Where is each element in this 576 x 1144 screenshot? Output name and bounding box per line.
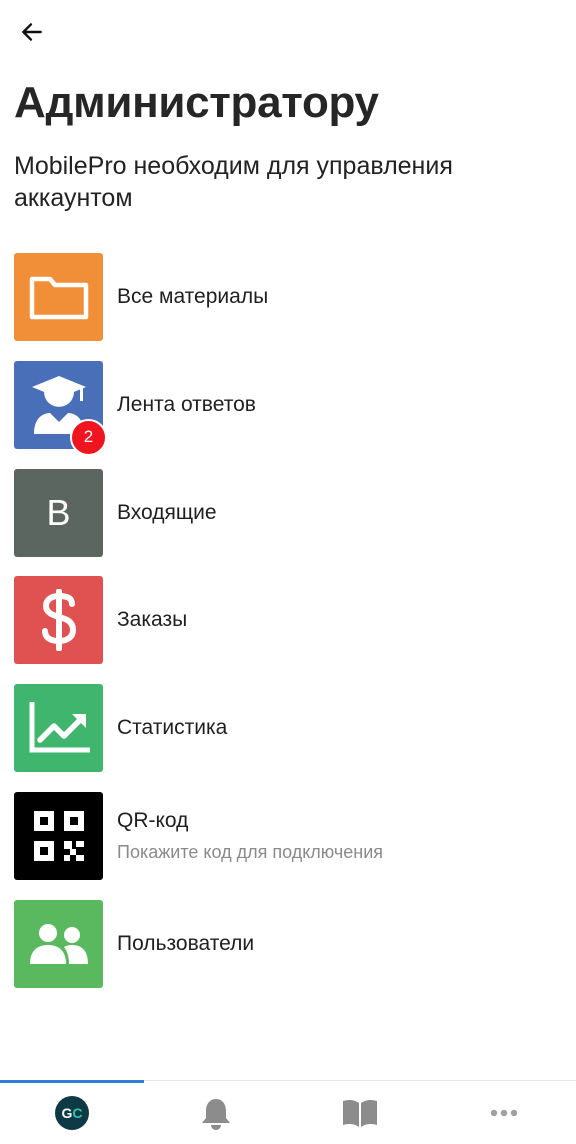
menu-item-label: Статистика xyxy=(117,716,228,740)
arrow-left-icon xyxy=(22,23,42,41)
tab-library[interactable] xyxy=(288,1081,432,1144)
chart-trend-tile xyxy=(14,684,103,773)
folder-tile xyxy=(14,253,103,341)
menu-item-statistics[interactable]: Статистика xyxy=(14,684,562,773)
tab-notifications[interactable] xyxy=(144,1081,288,1144)
menu-item-label: Все материалы xyxy=(117,285,269,308)
letter-b-tile: B xyxy=(14,468,103,557)
tab-more[interactable] xyxy=(432,1081,576,1144)
letter-b-icon: B xyxy=(46,491,71,533)
page-title: Администратору xyxy=(14,78,379,127)
menu-item-label: Пользователи xyxy=(117,931,255,955)
bottom-navigation: GC xyxy=(0,1080,576,1144)
tab-home[interactable]: GC xyxy=(0,1081,144,1144)
menu-item-users[interactable]: Пользователи xyxy=(14,899,562,988)
menu-item-label: Лента ответов xyxy=(117,392,256,416)
menu-item-qr-code[interactable]: QR-код Покажите код для подключения xyxy=(14,791,562,880)
chart-trend-icon xyxy=(29,702,90,753)
folder-icon xyxy=(29,276,88,320)
more-icon xyxy=(490,1109,518,1117)
back-button[interactable] xyxy=(12,12,52,52)
users-tile xyxy=(14,899,103,988)
menu-item-sublabel: Покажите код для подключения xyxy=(117,841,384,862)
gc-logo-icon: GC xyxy=(55,1096,89,1130)
menu-item-label: Заказы xyxy=(117,608,188,632)
bell-icon xyxy=(202,1099,230,1130)
menu-item-answers-feed[interactable]: 2 Лента ответов xyxy=(14,360,562,456)
active-tab-indicator xyxy=(0,1080,144,1083)
graduate-tile: 2 xyxy=(14,360,107,456)
users-icon xyxy=(29,923,88,964)
menu-item-all-materials[interactable]: Все материалы xyxy=(14,253,562,341)
notification-badge: 2 xyxy=(70,418,107,456)
qr-code-tile xyxy=(14,791,103,880)
dollar-tile xyxy=(14,576,103,665)
qr-code-icon xyxy=(33,810,84,861)
page-subtitle: MobilePro необходим для управления аккау… xyxy=(14,152,453,212)
menu-item-label: QR-код xyxy=(117,808,189,832)
menu-item-orders[interactable]: Заказы xyxy=(14,576,562,665)
book-icon xyxy=(343,1099,377,1127)
menu-list: Все материалы 2 Лента ответов B Входящие xyxy=(14,253,562,1008)
menu-item-label: Входящие xyxy=(117,500,217,524)
dollar-icon xyxy=(41,589,76,652)
menu-item-inbox[interactable]: B Входящие xyxy=(14,468,562,557)
